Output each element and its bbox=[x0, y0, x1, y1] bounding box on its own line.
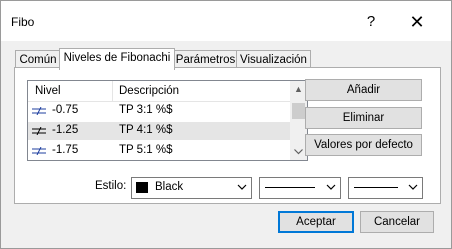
column-header-level[interactable]: Nivel bbox=[35, 85, 61, 97]
level-line-icon bbox=[32, 127, 46, 135]
close-button[interactable]: ✕ bbox=[397, 7, 437, 37]
chevron-down-icon bbox=[326, 184, 336, 190]
level-value: -0.75 bbox=[52, 104, 79, 116]
line-width-preview bbox=[354, 187, 398, 188]
list-item[interactable]: -1.75 TP 5:1 %$ bbox=[28, 142, 290, 160]
fibo-dialog: Fibo ? ✕ Común Niveles de Fibonachi Pará… bbox=[0, 0, 452, 249]
color-swatch bbox=[136, 182, 148, 193]
chevron-down-icon bbox=[237, 184, 247, 190]
fibonacci-levels-list[interactable]: Nivel Descripción -0.75 TP 3:1 %$ -1.25 … bbox=[27, 80, 308, 161]
column-header-description[interactable]: Descripción bbox=[119, 85, 179, 97]
color-select-value: Black bbox=[155, 181, 184, 193]
list-item-selected[interactable]: -1.25 TP 4:1 %$ bbox=[28, 122, 290, 140]
color-select[interactable]: Black bbox=[131, 177, 252, 199]
line-style-preview bbox=[265, 187, 315, 188]
ok-button[interactable]: Aceptar bbox=[278, 211, 354, 233]
help-button[interactable]: ? bbox=[351, 7, 391, 37]
title-bar: Fibo ? ✕ bbox=[1, 1, 451, 41]
add-button[interactable]: Añadir bbox=[305, 79, 422, 101]
level-line-icon bbox=[32, 147, 46, 155]
column-divider[interactable] bbox=[112, 81, 113, 101]
list-item[interactable]: -0.75 TP 3:1 %$ bbox=[28, 102, 290, 120]
level-value: -1.75 bbox=[52, 144, 79, 156]
line-style-select[interactable] bbox=[259, 177, 341, 199]
tab-panel: Nivel Descripción -0.75 TP 3:1 %$ -1.25 … bbox=[14, 67, 441, 204]
line-width-select[interactable] bbox=[348, 177, 423, 199]
defaults-button[interactable]: Valores por defecto bbox=[305, 134, 422, 156]
level-description: TP 3:1 %$ bbox=[119, 104, 173, 116]
level-line-icon bbox=[32, 107, 46, 115]
style-label: Estilo: bbox=[95, 180, 127, 192]
window-title: Fibo bbox=[11, 15, 35, 29]
scroll-thumb[interactable] bbox=[292, 103, 305, 119]
remove-button[interactable]: Eliminar bbox=[305, 107, 422, 129]
level-description: TP 5:1 %$ bbox=[119, 144, 173, 156]
chevron-down-icon bbox=[408, 184, 418, 190]
list-header: Nivel Descripción bbox=[28, 81, 290, 102]
tab-niveles-fibonachi[interactable]: Niveles de Fibonachi bbox=[59, 48, 175, 70]
level-description: TP 4:1 %$ bbox=[119, 124, 173, 136]
level-value: -1.25 bbox=[52, 124, 79, 136]
cancel-button[interactable]: Cancelar bbox=[360, 211, 434, 233]
